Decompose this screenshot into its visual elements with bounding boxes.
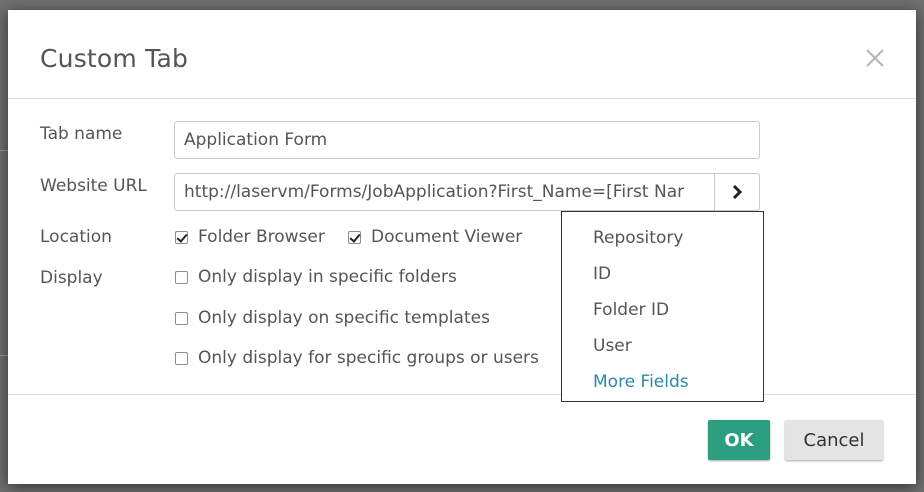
specific-folders-option[interactable]: Only display in specific folders [175,267,457,287]
specific-folders-checkbox[interactable] [175,270,188,284]
menu-item-user[interactable]: User [593,336,632,356]
ok-button[interactable]: OK [708,420,770,460]
tab-name-label: Tab name [40,124,123,144]
menu-item-repository[interactable]: Repository [593,228,683,248]
document-viewer-label: Document Viewer [371,227,523,247]
menu-item-id[interactable]: ID [593,264,611,284]
specific-folders-label: Only display in specific folders [198,267,457,287]
folder-browser-option[interactable]: Folder Browser [175,227,325,247]
tab-name-input[interactable]: Application Form [174,121,760,159]
footer-divider [8,394,916,395]
custom-tab-dialog: Custom Tab Tab name Application Form Web… [8,10,916,484]
document-viewer-option[interactable]: Document Viewer [348,227,522,247]
insert-token-button[interactable] [714,173,760,211]
specific-templates-checkbox[interactable] [175,311,188,325]
specific-templates-option[interactable]: Only display on specific templates [175,308,490,328]
folder-browser-label: Folder Browser [198,227,325,247]
specific-users-checkbox[interactable] [175,351,188,365]
close-icon[interactable] [863,46,887,70]
menu-item-folder-id[interactable]: Folder ID [593,300,669,320]
location-label: Location [40,227,112,247]
chevron-right-icon [732,184,743,200]
dialog-header: Custom Tab [8,10,916,99]
document-viewer-checkbox[interactable] [348,230,361,244]
token-dropdown-menu: Repository ID Folder ID User More Fields [561,211,764,402]
dialog-title: Custom Tab [40,44,189,73]
specific-users-option[interactable]: Only display for specific groups or user… [175,348,539,368]
menu-item-more-fields[interactable]: More Fields [593,372,689,392]
specific-users-label: Only display for specific groups or user… [198,348,539,368]
website-url-label: Website URL [40,176,147,196]
specific-templates-label: Only display on specific templates [198,308,490,328]
display-label: Display [40,268,103,288]
website-url-input[interactable]: http://laservm/Forms/JobApplication?Firs… [174,173,715,211]
cancel-button[interactable]: Cancel [785,420,883,460]
folder-browser-checkbox[interactable] [175,230,188,244]
